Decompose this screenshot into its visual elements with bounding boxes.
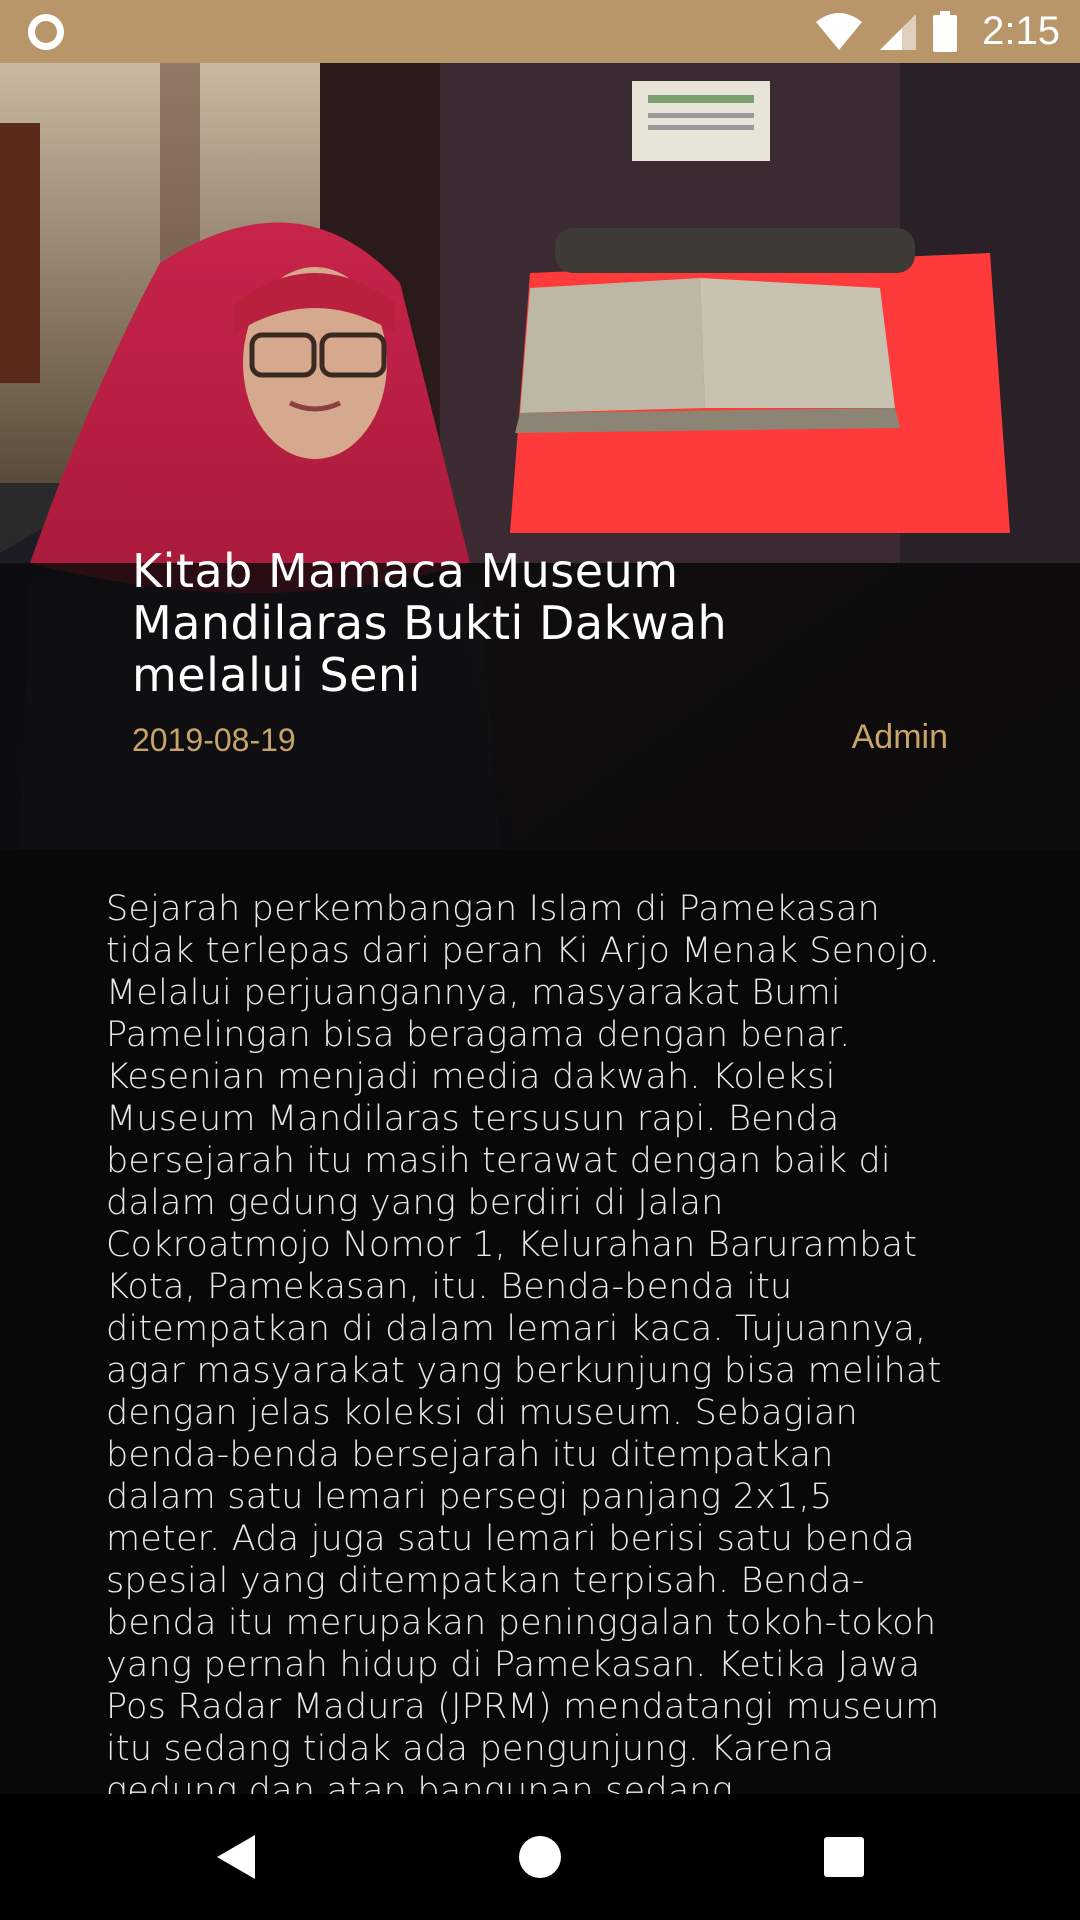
home-icon (519, 1836, 561, 1878)
article-body: Sejarah perkembangan Islam di Pamekasan … (106, 889, 942, 1794)
article-author[interactable]: Admin (852, 718, 948, 757)
battery-icon (933, 10, 958, 52)
status-bar: 2:15 (0, 0, 1080, 63)
recents-button[interactable] (784, 1794, 904, 1920)
article-title: Kitab Mamaca Museum Mandilaras Bukti Dak… (132, 544, 728, 702)
cell-signal-icon (880, 13, 917, 50)
notification-circle-icon (28, 14, 64, 50)
back-button[interactable] (176, 1794, 296, 1920)
wifi-icon (816, 12, 863, 50)
recents-icon (824, 1837, 864, 1877)
article-date: 2019-08-19 (132, 722, 296, 758)
status-icons: 2:15 (814, 0, 1060, 63)
home-button[interactable] (480, 1794, 600, 1920)
back-icon (217, 1835, 255, 1879)
navigation-bar (0, 1794, 1080, 1920)
status-time: 2:15 (982, 9, 1060, 53)
